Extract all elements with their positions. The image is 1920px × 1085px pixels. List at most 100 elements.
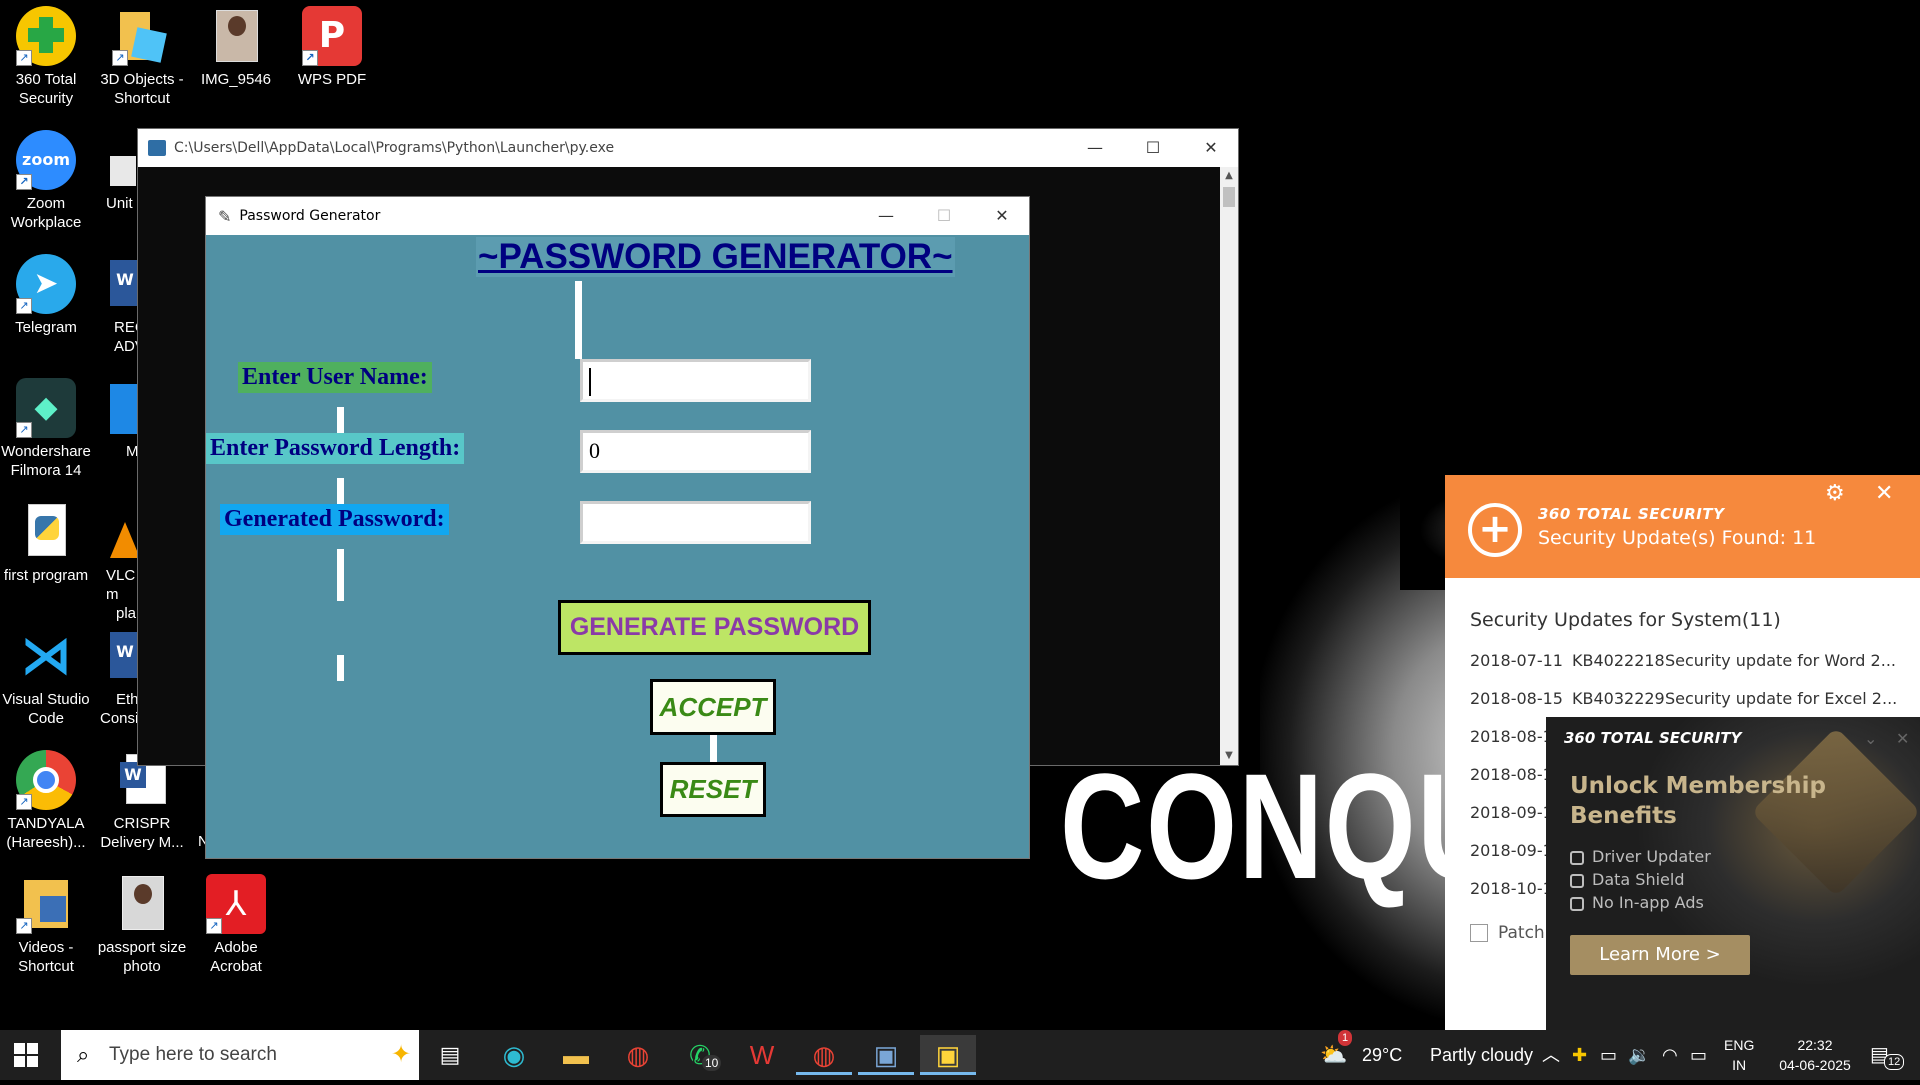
learn-more-button[interactable]: Learn More > [1570, 935, 1750, 975]
console-scrollbar[interactable]: ▲ ▼ [1220, 167, 1238, 765]
notification-center-icon[interactable]: ▤ 12 [1870, 1030, 1905, 1080]
word-doc-icon: W [110, 626, 140, 686]
tk-close-button[interactable]: ✕ [973, 197, 1031, 235]
spacer-bar [337, 655, 344, 681]
taskbar-search-box[interactable]: ⌕ Type here to search ✦ [61, 1030, 419, 1080]
desktop-icon-telegram[interactable]: ➤ ↗ Telegram [0, 254, 92, 337]
password-length-input[interactable]: 0 [580, 430, 811, 473]
wps-office-icon[interactable]: W [734, 1035, 790, 1075]
desktop-icon-filmora[interactable]: ◆ ↗ Wondershare Filmora 14 [0, 378, 92, 480]
promo-headline: Unlock Membership Benefits [1570, 773, 1826, 829]
meet-now-icon[interactable]: ▭ [1600, 1030, 1617, 1080]
desktop-icon-first-program[interactable]: first program [0, 502, 92, 585]
update-row[interactable]: 2018-09-1 [1470, 841, 1553, 860]
desktop-icon-360-total-security[interactable]: ↗ 360 Total Security [0, 6, 92, 108]
chrome-icon: ↗ [16, 750, 76, 810]
file-explorer-icon[interactable]: ▬ [548, 1035, 604, 1075]
shield-icon [1570, 873, 1584, 888]
desktop-icon-unit[interactable]: Unit [96, 130, 136, 213]
taskbar: ⌕ Type here to search ✦ ▤ ◉ ▬ ◍ ✆ 10 W ◍ … [0, 1030, 1920, 1080]
update-row[interactable]: 2018-09-1 [1470, 803, 1553, 822]
task-view-icon[interactable]: ▤ [422, 1035, 478, 1075]
spacer-bar [710, 735, 717, 763]
spacer-bar [337, 549, 344, 601]
scroll-thumb[interactable] [1223, 187, 1235, 207]
folder-3d-icon: ↗ [112, 6, 172, 66]
search-icon: ⌕ [77, 1042, 90, 1067]
tk-minimize-button[interactable]: — [857, 197, 915, 235]
accept-button[interactable]: ACCEPT [650, 679, 776, 735]
desktop-icon-videos[interactable]: ↗ Videos - Shortcut [0, 874, 92, 976]
whatsapp-icon[interactable]: ✆ 10 [672, 1035, 728, 1075]
word-doc-icon: W [110, 254, 140, 314]
edge-icon[interactable]: ◉ [486, 1035, 542, 1075]
battery-icon[interactable]: ▭ [1690, 1030, 1707, 1080]
notification-count: 12 [1884, 1054, 1905, 1070]
username-label: Enter User Name: [238, 362, 432, 393]
tkinter-app-taskbar-icon[interactable]: ▣ [920, 1035, 976, 1075]
vlc-cone-icon [110, 502, 140, 562]
notification-brand: 360 TOTAL SECURITY [1538, 505, 1725, 523]
username-input[interactable] [580, 359, 811, 402]
360-plus-icon: + [1468, 503, 1522, 557]
update-row[interactable]: 2018-10-1 [1470, 879, 1553, 898]
desktop-icon-img-9546[interactable]: IMG_9546 [190, 6, 282, 89]
desktop-icon-vscode[interactable]: ⋊ Visual Studio Code [0, 626, 92, 728]
notification-close-icon[interactable]: ✕ [1875, 481, 1893, 506]
scroll-up-icon[interactable]: ▲ [1220, 167, 1238, 185]
wifi-icon[interactable]: ◠ [1662, 1030, 1678, 1080]
patch-checkbox[interactable]: Patch [1470, 923, 1545, 943]
promo-collapse-icon[interactable]: ⌄ [1864, 729, 1877, 748]
desktop-icon-zoom[interactable]: zoom ↗ Zoom Workplace [0, 130, 92, 232]
desktop-icon-eth[interactable]: W Eth Consi [96, 626, 140, 728]
videos-folder-icon: ↗ [16, 874, 76, 934]
vscode-icon: ⋊ [20, 626, 72, 686]
chrome-taskbar-icon[interactable]: ◍ [610, 1035, 666, 1075]
desktop-icon-wps-pdf[interactable]: P ↗ WPS PDF [286, 6, 378, 89]
desktop-icon-passport-photo[interactable]: passport size photo [96, 874, 188, 976]
photo-thumbnail-icon [112, 874, 172, 934]
settings-gear-icon[interactable]: ⚙ [1825, 481, 1845, 506]
console-close-button[interactable]: ✕ [1182, 129, 1240, 167]
volume-icon[interactable]: 🔉 [1628, 1030, 1650, 1080]
update-row[interactable]: 2018-08-15 KB4032229Security update for E… [1470, 689, 1897, 708]
tk-body: ~PASSWORD GENERATOR~ Enter User Name: En… [206, 235, 1029, 858]
update-row[interactable]: 2018-08-1 [1470, 727, 1553, 746]
console-maximize-button[interactable]: ☐ [1124, 129, 1182, 167]
checkbox-icon[interactable] [1470, 924, 1488, 942]
tk-maximize-button: ☐ [936, 206, 952, 225]
language-indicator[interactable]: ENG IN [1724, 1035, 1754, 1085]
desktop-icon-3d-objects[interactable]: ↗ 3D Objects - Shortcut [96, 6, 188, 108]
weather-temp[interactable]: 29°C [1362, 1030, 1402, 1080]
show-hidden-icons[interactable]: ︿ [1542, 1030, 1560, 1080]
desktop-icon-vlc[interactable]: VLC m pla [96, 502, 140, 623]
lock-icon [1570, 850, 1584, 865]
reset-button[interactable]: RESET [660, 762, 766, 817]
acrobat-icon: ⅄ ↗ [206, 874, 266, 934]
feather-icon: ✎ [218, 206, 232, 226]
desktop-icon-chrome-tandyala[interactable]: ↗ TANDYALA (Hareesh)... [0, 750, 92, 852]
chrome-profile-icon[interactable]: ◍ [796, 1035, 852, 1075]
membership-promo-popup[interactable]: 360 TOTAL SECURITY ⌄ ✕ Unlock Membership… [1546, 717, 1920, 1030]
promo-close-icon[interactable]: ✕ [1896, 729, 1909, 748]
password-generator-window[interactable]: ✎ Password Generator — ☐ ✕ ~PASSWORD GEN… [205, 196, 1030, 859]
desktop-icon-adobe-acrobat[interactable]: ⅄ ↗ Adobe Acrobat [190, 874, 282, 976]
console-minimize-button[interactable]: — [1066, 129, 1124, 167]
search-highlight-icon[interactable]: ✦ [391, 1040, 411, 1069]
python-launcher-taskbar-icon[interactable]: ▣ [858, 1035, 914, 1075]
windows-start-icon[interactable] [14, 1043, 38, 1067]
feature-no-ads: No In-app Ads [1570, 893, 1704, 912]
generate-password-button[interactable]: GENERATE PASSWORD [558, 600, 871, 655]
scroll-down-icon[interactable]: ▼ [1220, 747, 1238, 765]
updates-section-title: Security Updates for System(11) [1470, 609, 1781, 631]
generated-password-field[interactable] [580, 501, 811, 544]
360-tray-icon[interactable]: ✚ [1572, 1030, 1587, 1080]
weather-description[interactable]: Partly cloudy [1430, 1030, 1533, 1080]
desktop-icon-rec[interactable]: W RECADVA [96, 254, 140, 356]
update-row[interactable]: 2018-08-1 [1470, 765, 1553, 784]
update-row[interactable]: 2018-07-11 KB4022218Security update for W… [1470, 651, 1896, 670]
clock[interactable]: 22:32 04-06-2025 [1770, 1035, 1860, 1085]
spacer-bar [337, 407, 344, 433]
desktop-icon-m[interactable]: M [96, 378, 140, 461]
app-heading: ~PASSWORD GENERATOR~ [476, 237, 955, 277]
